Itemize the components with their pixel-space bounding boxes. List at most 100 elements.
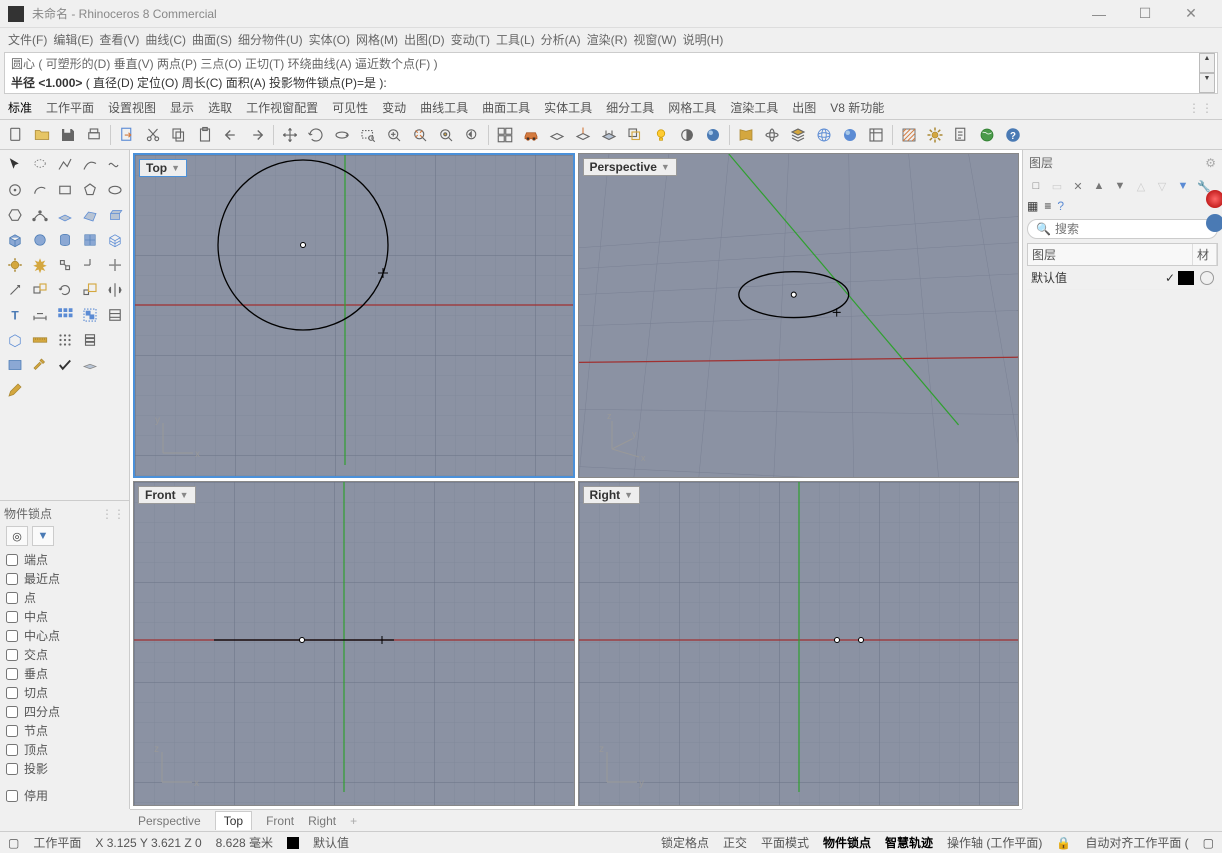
list-view-icon[interactable]: ▦ <box>1027 199 1038 213</box>
polygon-icon[interactable] <box>79 179 101 201</box>
up-icon[interactable]: ▲ <box>1090 177 1108 195</box>
chevron-down-icon[interactable]: ▼ <box>661 162 670 172</box>
osnap-tan[interactable]: 切点 <box>6 683 123 702</box>
viewport-front[interactable]: Front▼ zx <box>133 481 575 806</box>
hatch-icon[interactable] <box>897 123 921 147</box>
lock-icon[interactable]: 🔒 <box>1056 836 1071 850</box>
tab-cplane[interactable]: 工作平面 <box>46 99 94 116</box>
vptab-add[interactable]: + <box>350 814 357 828</box>
sphere-icon[interactable] <box>29 229 51 251</box>
sphere-grid-icon[interactable] <box>812 123 836 147</box>
group-icon[interactable] <box>79 304 101 326</box>
rotate-icon[interactable] <box>304 123 328 147</box>
tree-view-icon[interactable]: ≡ <box>1044 199 1051 213</box>
layers-stack-icon[interactable] <box>786 123 810 147</box>
osnap-filter-icon[interactable]: ▼ <box>32 526 54 546</box>
menu-drafting[interactable]: 出图(D) <box>404 31 445 48</box>
layer-search[interactable]: 🔍 <box>1027 219 1218 239</box>
import-icon[interactable] <box>115 123 139 147</box>
extrude-icon[interactable] <box>104 204 126 226</box>
tab-rendertools[interactable]: 渲染工具 <box>730 99 778 116</box>
menu-edit[interactable]: 编辑(E) <box>53 31 93 48</box>
osnap-disable[interactable]: 停用 <box>6 786 123 805</box>
status-osnap[interactable]: 物件锁点 <box>823 834 871 851</box>
copy-icon[interactable] <box>167 123 191 147</box>
move-up-icon[interactable]: △ <box>1132 177 1150 195</box>
options-gear-icon[interactable] <box>923 123 947 147</box>
layer-search-input[interactable] <box>1055 222 1210 236</box>
tab-select[interactable]: 选取 <box>208 99 232 116</box>
light-bulb-icon[interactable] <box>649 123 673 147</box>
named-cplane-icon[interactable] <box>571 123 595 147</box>
trim-icon[interactable] <box>79 254 101 276</box>
osnap-near[interactable]: 最近点 <box>6 569 123 588</box>
osnap-cen[interactable]: 中心点 <box>6 626 123 645</box>
subd-box-icon[interactable] <box>79 229 101 251</box>
paste-icon[interactable] <box>193 123 217 147</box>
block-icon[interactable] <box>104 304 126 326</box>
tab-solidtools[interactable]: 实体工具 <box>544 99 592 116</box>
points-on-icon[interactable] <box>29 204 51 226</box>
hammer-icon[interactable] <box>29 354 51 376</box>
command-spinner[interactable]: ▲▼ <box>1199 53 1215 93</box>
status-smarttrack[interactable]: 智慧轨迹 <box>885 834 933 851</box>
menu-surface[interactable]: 曲面(S) <box>192 31 232 48</box>
help-icon[interactable]: ? <box>1001 123 1025 147</box>
move-tool-icon[interactable] <box>4 279 26 301</box>
rotate3d-icon[interactable] <box>760 123 784 147</box>
4view-icon[interactable] <box>493 123 517 147</box>
viewport-right[interactable]: Right▼ zy <box>578 481 1020 806</box>
viewport-perspective[interactable]: Perspective▼ zxy <box>578 153 1020 478</box>
arc-icon[interactable] <box>29 179 51 201</box>
new-file-icon[interactable] <box>4 123 28 147</box>
curve-icon[interactable] <box>79 154 101 176</box>
panel-help-icon[interactable]: ? <box>1057 199 1064 213</box>
properties-icon[interactable] <box>864 123 888 147</box>
hex-icon[interactable] <box>4 204 26 226</box>
side-tab-display-icon[interactable] <box>1206 214 1222 232</box>
command-prompt[interactable]: 圆心 ( 可塑形的(D) 垂直(V) 两点(P) 三点(O) 正切(T) 环绕曲… <box>4 52 1218 94</box>
minimize-button[interactable]: — <box>1076 0 1122 28</box>
status-autocplane[interactable]: 自动对齐工作平面 ( <box>1085 834 1188 851</box>
layer-material-icon[interactable] <box>1200 271 1214 285</box>
layers-square-icon[interactable] <box>623 123 647 147</box>
move-icon[interactable] <box>278 123 302 147</box>
mirror-icon[interactable] <box>104 279 126 301</box>
delete-layer-icon[interactable]: ✕ <box>1069 177 1087 195</box>
chevron-down-icon[interactable]: ▼ <box>171 163 180 173</box>
vptab-perspective[interactable]: Perspective <box>138 814 201 828</box>
box-icon[interactable] <box>4 229 26 251</box>
zoom-dynamic-icon[interactable] <box>382 123 406 147</box>
menu-transform[interactable]: 变动(T) <box>451 31 490 48</box>
pointer-icon[interactable] <box>4 154 26 176</box>
car-icon[interactable] <box>519 123 543 147</box>
split-icon[interactable] <box>104 254 126 276</box>
filter-icon[interactable]: ▼ <box>1174 177 1192 195</box>
menu-file[interactable]: 文件(F) <box>8 31 47 48</box>
dim-icon[interactable] <box>29 304 51 326</box>
zoom-window-icon[interactable] <box>356 123 380 147</box>
menu-subd[interactable]: 细分物件(U) <box>238 31 303 48</box>
cage-icon[interactable] <box>4 329 26 351</box>
menu-panels[interactable]: 视窗(W) <box>633 31 676 48</box>
tab-subdtools[interactable]: 细分工具 <box>606 99 654 116</box>
viewport-perspective-label[interactable]: Perspective▼ <box>583 158 677 176</box>
vptab-top[interactable]: Top <box>215 811 252 830</box>
cylinder-icon[interactable] <box>54 229 76 251</box>
tab-standard[interactable]: 标准 <box>8 99 32 116</box>
menu-solid[interactable]: 实体(O) <box>309 31 350 48</box>
viewport-top[interactable]: Top▼ yx <box>133 153 575 478</box>
status-cplane[interactable]: 工作平面 <box>33 834 81 851</box>
join-icon[interactable] <box>54 254 76 276</box>
menu-view[interactable]: 查看(V) <box>99 31 139 48</box>
scale-icon[interactable] <box>79 279 101 301</box>
layer-row-default[interactable]: 默认值 ✓ <box>1027 266 1218 290</box>
circle-icon[interactable] <box>4 179 26 201</box>
status-record-icon[interactable]: ▢ <box>8 836 19 850</box>
maximize-button[interactable]: ☐ <box>1122 0 1168 28</box>
close-button[interactable]: ✕ <box>1168 0 1214 28</box>
doc-properties-icon[interactable] <box>949 123 973 147</box>
zoom-extents-icon[interactable] <box>408 123 432 147</box>
osnap-point[interactable]: 点 <box>6 588 123 607</box>
status-layer[interactable]: 默认值 <box>313 834 349 851</box>
